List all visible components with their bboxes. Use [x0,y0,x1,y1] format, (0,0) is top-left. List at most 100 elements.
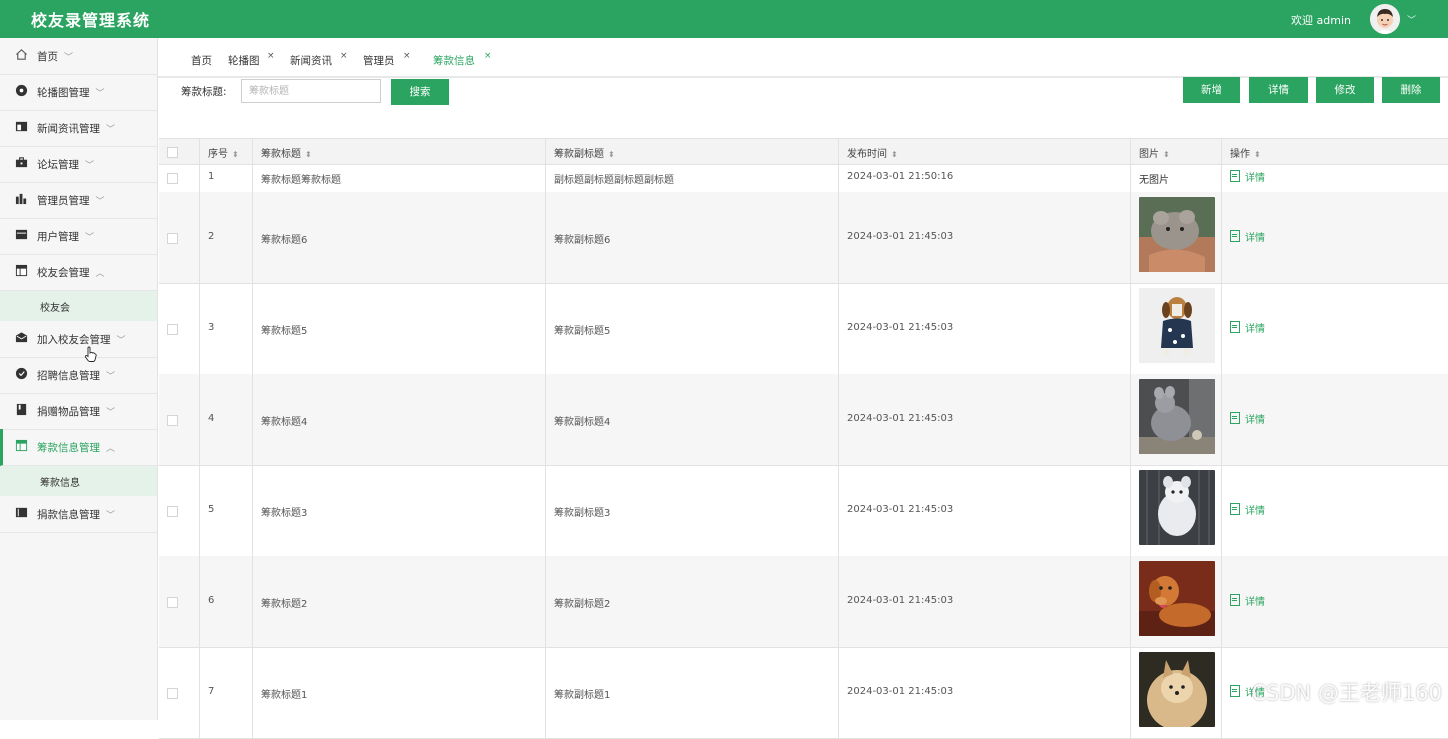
row-checkbox[interactable] [167,173,178,184]
tab-bar: 首页 轮播图 × 新闻资讯 × 管理员 × 筹款信息 × [158,38,1448,78]
cell-subtitle: 筹款副标题6 [554,235,611,246]
row-detail-link[interactable]: 详情 [1230,502,1265,517]
chevron-up-icon: ︿ [106,444,116,454]
sidebar-item-alumni-association[interactable]: 校友会管理 ︿ [0,254,157,291]
sidebar-subitem-label: 筹款信息 [40,478,80,489]
document-icon [1230,170,1240,182]
cell-time: 2024-03-01 21:45:03 [847,413,954,424]
sidebar-item-recruitment[interactable]: 招聘信息管理 ﹀ [0,357,157,394]
sidebar-item-label: 用户管理 [37,231,79,243]
row-checkbox[interactable] [167,324,178,335]
search-input[interactable] [241,79,381,103]
cell-no: 7 [208,686,215,697]
cell-time: 2024-03-01 21:45:03 [847,595,954,606]
sidebar-item-carousel[interactable]: 轮播图管理 ﹀ [0,74,157,111]
row-checkbox[interactable] [167,688,178,699]
sidebar-item-join-alumni[interactable]: 加入校友会管理 ﹀ [0,321,157,358]
sidebar-item-label: 新闻资讯管理 [37,123,100,135]
row-detail-link[interactable]: 详情 [1230,411,1265,426]
column-header-actions[interactable]: 操作 ⬍ [1230,145,1261,160]
hand-cursor-icon [84,346,97,362]
search-button[interactable]: 搜索 [391,79,449,105]
table-icon [15,264,28,277]
table-row[interactable]: 5 筹款标题3 筹款副标题3 2024-03-01 21:45:03 详情 [159,465,1448,557]
add-button[interactable]: 新增 [1183,77,1240,103]
column-header-subtitle[interactable]: 筹款副标题 ⬍ [554,145,615,160]
sidebar-item-admins[interactable]: 管理员管理 ﹀ [0,182,157,219]
spitz-photo[interactable] [1139,652,1215,727]
sidebar-item-users[interactable]: 用户管理 ﹀ [0,218,157,255]
detail-button[interactable]: 详情 [1249,77,1308,103]
welcome-text: 欢迎 admin [1291,14,1351,27]
sidebar-item-forum[interactable]: 论坛管理 ﹀ [0,146,157,183]
row-detail-link[interactable]: 详情 [1230,169,1265,184]
sidebar-item-home[interactable]: 首页 ﹀ [0,38,157,75]
table-row[interactable]: 6 筹款标题2 筹款副标题2 2024-03-01 21:45:03 详情 [159,556,1448,648]
row-checkbox[interactable] [167,506,178,517]
chevron-down-icon: ﹀ [106,125,116,135]
avatar[interactable] [1370,4,1400,34]
cell-subtitle: 副标题副标题副标题副标题 [554,175,674,186]
sidebar-item-news[interactable]: 新闻资讯管理 ﹀ [0,110,157,147]
edit-button[interactable]: 修改 [1316,77,1374,103]
chevron-down-icon: ﹀ [106,511,116,521]
sidebar-item-label: 招聘信息管理 [37,370,100,382]
column-header-no[interactable]: 序号 ⬍ [208,145,239,160]
tab-news[interactable]: 新闻资讯 [290,53,332,68]
chinchilla-photo[interactable] [1139,197,1215,272]
card-icon [15,229,28,240]
row-checkbox[interactable] [167,597,178,608]
sidebar-item-label: 论坛管理 [37,159,79,171]
sidebar-item-donated-goods[interactable]: 捐赠物品管理 ﹀ [0,393,157,430]
cell-subtitle: 筹款副标题5 [554,326,611,337]
close-icon[interactable]: × [267,51,275,61]
delete-button[interactable]: 删除 [1382,77,1440,103]
column-header-image[interactable]: 图片 ⬍ [1139,145,1170,160]
golden-retriever-photo[interactable] [1139,561,1215,636]
tab-carousel[interactable]: 轮播图 [228,53,260,68]
sort-icon: ⬍ [305,150,312,159]
cell-title: 筹款标题3 [261,508,308,519]
check-circle-icon [15,367,28,380]
tab-home[interactable]: 首页 [191,53,212,68]
cell-subtitle: 筹款副标题2 [554,599,611,610]
table-icon [15,439,28,452]
chevron-down-icon: ﹀ [106,372,116,382]
dog-photo[interactable] [1139,288,1215,363]
row-detail-link[interactable]: 详情 [1230,320,1265,335]
chevron-down-icon: ﹀ [85,161,95,171]
column-header-time[interactable]: 发布时间 ⬍ [847,145,898,160]
white-chinchilla-photo[interactable] [1139,470,1215,545]
document-icon [1230,594,1240,606]
sidebar-item-fundraising[interactable]: 筹款信息管理 ︿ [0,429,160,466]
chevron-up-icon: ︿ [95,269,105,279]
close-icon[interactable]: × [340,51,348,61]
row-detail-link[interactable]: 详情 [1230,229,1265,244]
tab-admins[interactable]: 管理员 [363,53,395,68]
cell-no-image: 无图片 [1139,175,1169,186]
select-all-checkbox[interactable] [167,147,178,158]
sidebar-item-donations[interactable]: 捐款信息管理 ﹀ [0,496,157,533]
cell-time: 2024-03-01 21:45:03 [847,231,954,242]
sidebar-item-label: 捐款信息管理 [37,509,100,521]
tab-fundraising[interactable]: 筹款信息 [433,53,475,68]
sidebar-item-label: 轮播图管理 [37,87,90,99]
close-icon[interactable]: × [403,51,411,61]
column-header-title[interactable]: 筹款标题 ⬍ [261,145,312,160]
close-icon[interactable]: × [484,51,492,61]
chinchilla-photo[interactable] [1139,379,1215,454]
table-row[interactable]: 2 筹款标题6 筹款副标题6 2024-03-01 21:45:03 详情 [159,192,1448,284]
user-menu-chevron-icon[interactable]: ﹀ [1407,13,1416,26]
sort-icon: ⬍ [891,150,898,159]
row-detail-link[interactable]: 详情 [1230,593,1265,608]
sidebar-subitem-alumni[interactable]: 校友会 [0,291,157,321]
table-row[interactable]: 4 筹款标题4 筹款副标题4 2024-03-01 21:45:03 详情 [159,374,1448,466]
table-row[interactable]: 3 筹款标题5 筹款副标题5 2024-03-01 21:45:03 详情 [159,283,1448,375]
cell-no: 6 [208,595,215,606]
row-checkbox[interactable] [167,233,178,244]
sidebar-subitem-fundraising-info[interactable]: 筹款信息 [0,466,157,496]
document-icon [1230,230,1240,242]
row-checkbox[interactable] [167,415,178,426]
table-row[interactable]: 1 筹款标题筹款标题 副标题副标题副标题副标题 2024-03-01 21:50… [159,163,1448,193]
news-icon [15,121,28,132]
